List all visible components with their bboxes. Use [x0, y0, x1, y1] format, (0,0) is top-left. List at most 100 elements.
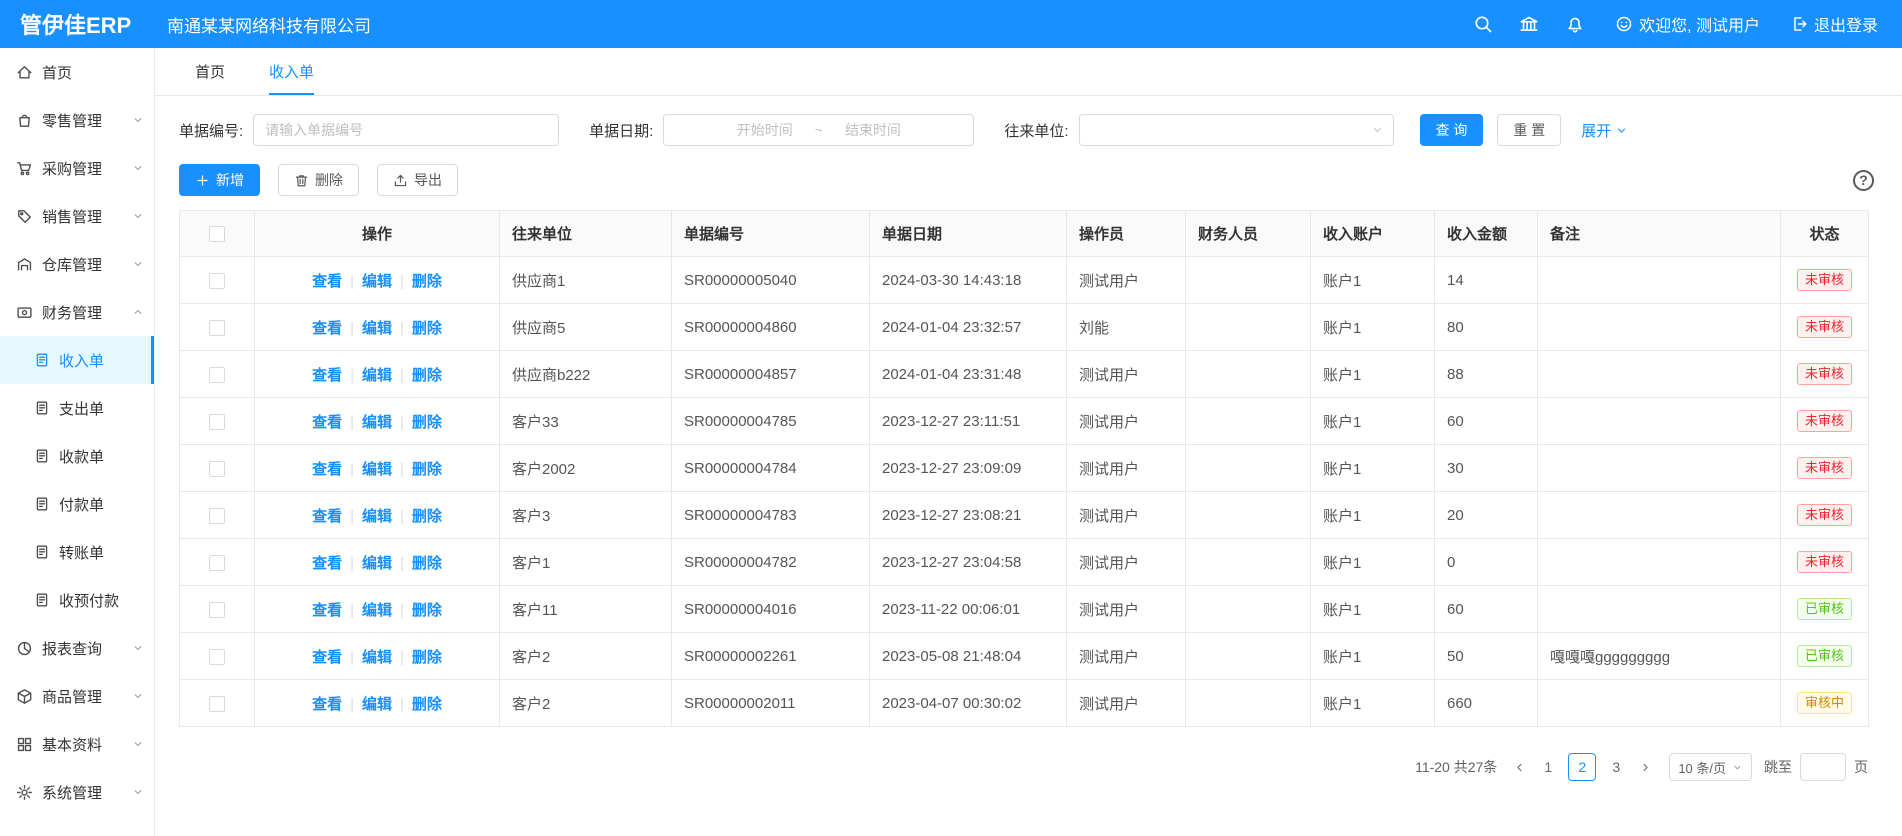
sidebar-item-system[interactable]: 系统管理 — [0, 768, 154, 816]
edit-link[interactable]: 编辑 — [362, 414, 392, 431]
income-bill-table: 操作往来单位单据编号单据日期操作员财务人员收入账户收入金额备注状态查看|编辑|删… — [179, 210, 1869, 727]
search-icon[interactable] — [1473, 14, 1493, 34]
view-link[interactable]: 查看 — [312, 273, 342, 290]
add-button-label: 新增 — [216, 170, 244, 190]
delete-link[interactable]: 删除 — [412, 414, 442, 431]
logout-button[interactable]: 退出登录 — [1790, 12, 1878, 36]
cell-remark — [1538, 398, 1781, 445]
column-header: 收入金额 — [1435, 211, 1538, 257]
main-area: 首页 收入单 单据编号: 单据日期: 开始时间 ~ 结束时间 往来单位: — [155, 48, 1902, 836]
edit-link[interactable]: 编辑 — [362, 508, 392, 525]
delete-link[interactable]: 删除 — [412, 555, 442, 572]
partner-select[interactable] — [1079, 114, 1394, 146]
next-page-button[interactable] — [1633, 753, 1657, 781]
column-header: 往来单位 — [500, 211, 672, 257]
delete-link[interactable]: 删除 — [412, 273, 442, 290]
bill-date-label: 单据日期: — [589, 120, 653, 141]
view-link[interactable]: 查看 — [312, 367, 342, 384]
row-checkbox[interactable] — [209, 273, 225, 289]
delete-link[interactable]: 删除 — [412, 367, 442, 384]
select-all-checkbox[interactable] — [209, 226, 225, 242]
reset-button[interactable]: 重 置 — [1497, 114, 1561, 146]
sidebar-subitem-advance-receipt[interactable]: 收预付款 — [0, 576, 154, 624]
delete-link[interactable]: 删除 — [412, 602, 442, 619]
delete-link[interactable]: 删除 — [412, 320, 442, 337]
row-checkbox[interactable] — [209, 602, 225, 618]
delete-button[interactable]: 删除 — [278, 164, 359, 196]
edit-link[interactable]: 编辑 — [362, 555, 392, 572]
edit-link[interactable]: 编辑 — [362, 649, 392, 666]
edit-link[interactable]: 编辑 — [362, 367, 392, 384]
expand-toggle[interactable]: 展开 — [1581, 120, 1628, 141]
cell-remark — [1538, 680, 1781, 727]
sidebar-item-reports[interactable]: 报表查询 — [0, 624, 154, 672]
view-link[interactable]: 查看 — [312, 602, 342, 619]
page-button-1[interactable]: 1 — [1534, 753, 1562, 781]
sidebar-item-purchase[interactable]: 采购管理 — [0, 144, 154, 192]
tab-income-bill[interactable]: 收入单 — [269, 48, 314, 95]
view-link[interactable]: 查看 — [312, 555, 342, 572]
sidebar-subitem-payment-bill[interactable]: 付款单 — [0, 480, 154, 528]
view-link[interactable]: 查看 — [312, 649, 342, 666]
view-link[interactable]: 查看 — [312, 696, 342, 713]
sidebar-subitem-expense-bill[interactable]: 支出单 — [0, 384, 154, 432]
row-checkbox[interactable] — [209, 508, 225, 524]
cell-operator: 刘能 — [1067, 304, 1186, 351]
user-welcome[interactable]: 欢迎您, 测试用户 — [1615, 12, 1760, 36]
row-checkbox[interactable] — [209, 696, 225, 712]
sidebar-subitem-label: 收款单 — [59, 446, 154, 467]
sidebar-item-warehouse[interactable]: 仓库管理 — [0, 240, 154, 288]
view-link[interactable]: 查看 — [312, 461, 342, 478]
edit-link[interactable]: 编辑 — [362, 273, 392, 290]
export-button[interactable]: 导出 — [377, 164, 458, 196]
view-link[interactable]: 查看 — [312, 508, 342, 525]
table-row: 查看|编辑|删除客户1SR000000047822023-12-27 23:04… — [180, 539, 1869, 586]
sidebar-item-sales[interactable]: 销售管理 — [0, 192, 154, 240]
cell-bill-no: SR00000004785 — [672, 398, 870, 445]
edit-link[interactable]: 编辑 — [362, 320, 392, 337]
page-button-3[interactable]: 3 — [1602, 753, 1630, 781]
action-separator: | — [350, 696, 354, 713]
prev-page-button[interactable] — [1507, 753, 1531, 781]
row-checkbox[interactable] — [209, 367, 225, 383]
sidebar-item-retail[interactable]: 零售管理 — [0, 96, 154, 144]
edit-link[interactable]: 编辑 — [362, 696, 392, 713]
delete-link[interactable]: 删除 — [412, 649, 442, 666]
edit-link[interactable]: 编辑 — [362, 602, 392, 619]
delete-link[interactable]: 删除 — [412, 461, 442, 478]
row-checkbox[interactable] — [209, 320, 225, 336]
sidebar-item-home[interactable]: 首页 — [0, 48, 154, 96]
search-button[interactable]: 查 询 — [1420, 114, 1484, 146]
tab-home[interactable]: 首页 — [195, 48, 225, 95]
status-badge: 未审核 — [1797, 457, 1852, 479]
sidebar-subitem-transfer-bill[interactable]: 转账单 — [0, 528, 154, 576]
sidebar-subitem-income-bill[interactable]: 收入单 — [0, 336, 154, 384]
help-icon[interactable]: ? — [1853, 170, 1874, 191]
delete-link[interactable]: 删除 — [412, 696, 442, 713]
edit-link[interactable]: 编辑 — [362, 461, 392, 478]
bill-no-label: 单据编号: — [179, 120, 243, 141]
sidebar-item-goods[interactable]: 商品管理 — [0, 672, 154, 720]
bell-icon[interactable] — [1565, 14, 1585, 34]
page-button-2[interactable]: 2 — [1568, 753, 1596, 781]
row-checkbox[interactable] — [209, 649, 225, 665]
add-button[interactable]: 新增 — [179, 164, 260, 196]
bill-no-input[interactable] — [253, 114, 559, 146]
row-checkbox[interactable] — [209, 414, 225, 430]
jump-page-input[interactable] — [1800, 753, 1846, 781]
cell-operator: 测试用户 — [1067, 398, 1186, 445]
table-row: 查看|编辑|删除客户2SR000000022612023-05-08 21:48… — [180, 633, 1869, 680]
row-checkbox[interactable] — [209, 555, 225, 571]
delete-link[interactable]: 删除 — [412, 508, 442, 525]
page-size-select[interactable]: 10 条/页 — [1669, 753, 1752, 781]
sidebar-item-basic-data[interactable]: 基本资料 — [0, 720, 154, 768]
cell-partner: 客户1 — [500, 539, 672, 586]
sidebar-subitem-collection-bill[interactable]: 收款单 — [0, 432, 154, 480]
cell-finance-staff — [1186, 304, 1311, 351]
bank-icon[interactable] — [1519, 14, 1539, 34]
row-checkbox[interactable] — [209, 461, 225, 477]
sidebar-item-finance[interactable]: 财务管理 — [0, 288, 154, 336]
view-link[interactable]: 查看 — [312, 414, 342, 431]
date-range-picker[interactable]: 开始时间 ~ 结束时间 — [663, 114, 974, 146]
view-link[interactable]: 查看 — [312, 320, 342, 337]
